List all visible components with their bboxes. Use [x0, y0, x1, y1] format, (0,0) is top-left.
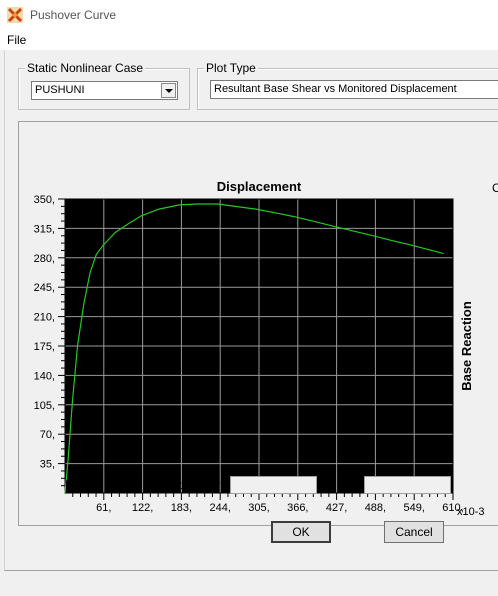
- x-tick-label: 183,: [171, 502, 192, 514]
- clipped-right-label: Co: [492, 181, 498, 195]
- y-tick-label: 175,: [34, 341, 55, 353]
- title-bar: Pushover Curve: [0, 0, 498, 30]
- dialog-body: Static Nonlinear Case PUSHUNI Plot Type …: [4, 50, 498, 571]
- pushover-chart[interactable]: 61, 122, 183, 244, 305, 366, 427, 488, 549, 610,3…: [19, 122, 498, 525]
- app-icon: [7, 7, 23, 23]
- vert-label: Vert: [338, 478, 360, 492]
- y-axis-label: Base Reaction: [459, 301, 474, 391]
- ok-button[interactable]: OK: [271, 521, 331, 543]
- static-nonlinear-case-label: Static Nonlinear Case: [25, 61, 146, 75]
- cancel-button[interactable]: Cancel: [384, 521, 444, 543]
- static-nonlinear-case-value: PUSHUNI: [35, 84, 85, 96]
- y-tick-label: 140,: [34, 370, 55, 382]
- x-tick-label: 305,: [248, 502, 269, 514]
- x-tick-label: 61,: [96, 502, 111, 514]
- mouse-pointer-location-label: Mouse Pointer Location: [65, 478, 192, 492]
- plot-type-select[interactable]: Resultant Base Shear vs Monitored Displa…: [210, 80, 498, 99]
- x-tick-label: 488,: [365, 502, 386, 514]
- static-nonlinear-case-group: Static Nonlinear Case PUSHUNI: [18, 61, 190, 110]
- x-scale-label: x10-3: [457, 506, 485, 518]
- plot-type-value: Resultant Base Shear vs Monitored Displa…: [214, 83, 457, 95]
- y-tick-label: 105,: [34, 400, 55, 412]
- x-tick-label: 244,: [209, 502, 230, 514]
- y-tick-label: 210,: [34, 312, 55, 324]
- menu-bar: File: [0, 30, 498, 50]
- y-tick-label: 35,: [40, 459, 55, 471]
- plot-frame: 61, 122, 183, 244, 305, 366, 427, 488, 549, 610, 3…: [18, 121, 498, 526]
- plot-type-group: Plot Type Resultant Base Shear vs Monito…: [197, 61, 498, 110]
- chevron-down-icon[interactable]: [161, 83, 176, 98]
- x-tick-label: 549,: [403, 502, 424, 514]
- static-nonlinear-case-select[interactable]: PUSHUNI: [31, 81, 178, 100]
- y-tick-label: 245,: [34, 282, 55, 294]
- chart-title: Displacement: [217, 179, 302, 194]
- x-tick-label: 366,: [287, 502, 308, 514]
- window-title: Pushover Curve: [30, 8, 117, 22]
- x-tick-label: 427,: [326, 502, 347, 514]
- menu-file[interactable]: File: [7, 33, 26, 47]
- plot-type-label: Plot Type: [204, 61, 258, 75]
- vert-field: [364, 476, 451, 494]
- y-tick-label: 350,: [34, 194, 55, 206]
- horiz-label: Horiz: [201, 478, 230, 492]
- horiz-field: [230, 476, 317, 494]
- x-tick-label: 122,: [132, 502, 153, 514]
- y-tick-label: 70,: [40, 429, 55, 441]
- y-tick-label: 315,: [34, 223, 55, 235]
- y-tick-label: 280,: [34, 253, 55, 265]
